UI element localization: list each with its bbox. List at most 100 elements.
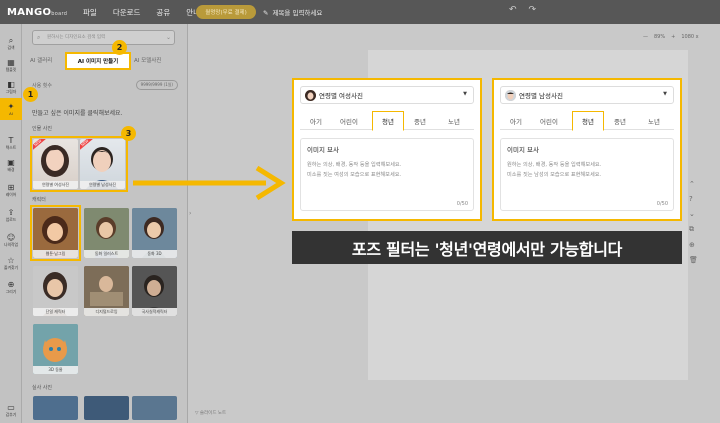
left-rail: ⌕ 검색 ▦ 템플릿 ◧ 그림자 ✦ AI T 텍스트 ▣ 배경 ⊞ 레이어 ⇪ 업로드 ☺ 나의… xyxy=(0,24,22,423)
thumb-single-character[interactable]: 단일 캐릭터 xyxy=(33,266,78,316)
help-icon[interactable]: ? xyxy=(689,195,698,203)
panel-search-input[interactable]: ⌕ 원하시는 디자인요소 검색 입력 ⌄ xyxy=(32,30,175,45)
rail-shape[interactable]: ◧ 그림자 xyxy=(0,76,22,98)
ai-sparkle-icon: ✦ xyxy=(7,102,15,111)
undo-redo: ↶ ↷ xyxy=(509,5,536,15)
trash-icon[interactable]: 🗑 xyxy=(689,256,698,264)
tab-ai-gallery[interactable]: AI 갤러리 xyxy=(30,56,52,64)
rail-layer[interactable]: ⊞ 레이어 xyxy=(0,179,22,201)
template-icon: ▦ xyxy=(7,58,15,67)
caret-down-icon: ▼ xyxy=(463,91,467,97)
title-input[interactable]: ✎ 제목을 입력하세요 xyxy=(263,7,322,17)
step-1-badge: 1 xyxy=(23,87,38,102)
hide-panel-icon: ▭ xyxy=(7,403,15,412)
age-tab-child[interactable]: 어린이 xyxy=(540,116,558,126)
zoom-out-button[interactable]: — xyxy=(643,34,648,40)
char-count: 0/50 xyxy=(656,201,668,207)
rail-my-work[interactable]: ☺ 나의작업 xyxy=(0,229,22,251)
copy-icon[interactable]: ⧉ xyxy=(689,225,698,234)
slide-note-toggle[interactable]: ▽ 슬라이드 노트 xyxy=(195,410,226,416)
step-3-badge: 3 xyxy=(121,126,136,141)
credit-row: 사용 횟수 9999/9999 (1일) xyxy=(32,80,178,90)
thumb-real-3[interactable] xyxy=(132,396,177,420)
rail-search[interactable]: ⌕ 검색 xyxy=(0,32,22,54)
arrow-down-icon[interactable]: ⌄ xyxy=(689,210,698,218)
star-icon: ☆ xyxy=(7,256,15,265)
age-tab-child[interactable]: 어린이 xyxy=(340,116,358,126)
redo-icon[interactable]: ↷ xyxy=(529,5,537,15)
collapse-panel-icon[interactable]: › xyxy=(189,210,195,220)
page-size: 1080 x xyxy=(681,34,699,40)
menu-download[interactable]: 다운로드 xyxy=(113,7,141,18)
rail-hide[interactable]: ▭ 감추기 xyxy=(0,399,22,421)
menu-file[interactable]: 파일 xyxy=(83,7,97,18)
my-work-icon: ☺ xyxy=(6,233,16,242)
description-input[interactable]: 이미지 묘사 원하는 의상, 배경, 동작 등을 입력해보세요. 미소를 짓는 … xyxy=(500,138,674,211)
age-tab-senior[interactable]: 노년 xyxy=(648,116,660,126)
background-icon: ▣ xyxy=(7,158,15,167)
panel-tabs: AI 갤러리 AI 이미지 만들기 AI 모델사진 xyxy=(28,52,184,70)
notice-banner: 포즈 필터는 '청년'연령에서만 가능합니다 xyxy=(292,231,682,264)
chevron-down-icon[interactable]: ⌄ xyxy=(166,31,171,44)
shape-icon: ◧ xyxy=(7,80,15,89)
step-2-badge: 2 xyxy=(112,40,127,55)
rail-text[interactable]: T 텍스트 xyxy=(0,132,22,154)
highlight-webtoon xyxy=(30,205,81,261)
description-title: 이미지 묘사 xyxy=(307,146,339,154)
highlight-person-items xyxy=(30,136,128,192)
thumb-realistic-character[interactable]: 국사실적캐릭터 xyxy=(132,266,177,316)
section-character: 캐릭터 xyxy=(32,197,46,203)
section-real: 실사 사진 xyxy=(32,385,52,391)
add-icon[interactable]: ⊕ xyxy=(689,241,698,249)
side-panel: ⌕ 원하시는 디자인요소 검색 입력 ⌄ AI 갤러리 AI 이미지 만들기 A… xyxy=(22,24,188,423)
rail-background[interactable]: ▣ 배경 xyxy=(0,154,22,176)
male-age-card: 연령별 남성사진 ▼ 아기 어린이 청년 중년 노년 이미지 묘사 원하는 의상… xyxy=(492,78,682,221)
thumb-3d-animal[interactable]: 3D 동물 xyxy=(33,324,78,374)
help-text: 만들고 싶은 이미지를 클릭해보세요. xyxy=(32,110,123,117)
search-icon: ⌕ xyxy=(8,36,14,45)
thumb-real-2[interactable] xyxy=(84,396,129,420)
upgrade-button[interactable]: 월멍망(무료 결제) xyxy=(196,5,256,19)
description-title: 이미지 묘사 xyxy=(507,146,539,154)
rail-favorites[interactable]: ☆ 즐겨찾기 xyxy=(0,252,22,274)
credit-badge: 9999/9999 (1일) xyxy=(135,80,178,90)
avatar xyxy=(305,90,316,101)
age-tab-middle[interactable]: 중년 xyxy=(414,116,426,126)
arrow-up-icon[interactable]: ⌃ xyxy=(689,180,698,188)
layer-icon: ⊞ xyxy=(7,183,15,192)
menu-share[interactable]: 공유 xyxy=(156,7,170,18)
rail-upload[interactable]: ⇪ 업로드 xyxy=(0,204,22,226)
age-tab-baby[interactable]: 아기 xyxy=(310,116,322,126)
thumb-digital-drawing[interactable]: 디지털드로잉 xyxy=(84,266,129,316)
section-person: 인물 사진 xyxy=(32,126,52,132)
description-input[interactable]: 이미지 묘사 원하는 의상, 배경, 동작 등을 입력해보세요. 미소를 짓는 … xyxy=(300,138,474,211)
category-select[interactable]: 연령별 남성사진 ▼ xyxy=(500,86,674,104)
category-select[interactable]: 연령별 여성사진 ▼ xyxy=(300,86,474,104)
caret-down-icon: ▼ xyxy=(663,91,667,97)
zoom-controls: — 89% + 1080 x xyxy=(643,34,699,40)
age-tab-baby[interactable]: 아기 xyxy=(510,116,522,126)
age-tab-middle[interactable]: 중년 xyxy=(614,116,626,126)
upload-icon: ⇪ xyxy=(7,208,15,217)
age-tab-senior[interactable]: 노년 xyxy=(448,116,460,126)
rail-draw[interactable]: ⊕ 그리기 xyxy=(0,276,22,298)
thumb-fairy-illust[interactable]: 동화 일러스트 xyxy=(84,208,129,258)
zoom-level[interactable]: 89% xyxy=(654,34,665,40)
draw-icon: ⊕ xyxy=(7,280,15,289)
age-tab-youth[interactable]: 청년 xyxy=(572,111,604,131)
top-menu: 파일 다운로드 공유 안내 xyxy=(83,7,200,18)
avatar xyxy=(505,90,516,101)
arrow-right-icon xyxy=(133,165,286,201)
text-icon: T xyxy=(8,136,14,145)
search-icon: ⌕ xyxy=(37,34,41,41)
undo-icon[interactable]: ↶ xyxy=(509,5,517,15)
age-tab-youth[interactable]: 청년 xyxy=(372,111,404,131)
tab-ai-model-photo[interactable]: AI 모델사진 xyxy=(134,56,161,64)
logo[interactable]: MANGOboard xyxy=(7,7,77,18)
zoom-in-button[interactable]: + xyxy=(671,34,675,40)
rail-template[interactable]: ▦ 템플릿 xyxy=(0,54,22,76)
age-tabs: 아기 어린이 청년 중년 노년 xyxy=(500,111,674,131)
rail-ai[interactable]: ✦ AI xyxy=(0,98,22,120)
thumb-real-1[interactable] xyxy=(33,396,78,420)
thumb-fairy-3d[interactable]: 동화 3D xyxy=(132,208,177,258)
